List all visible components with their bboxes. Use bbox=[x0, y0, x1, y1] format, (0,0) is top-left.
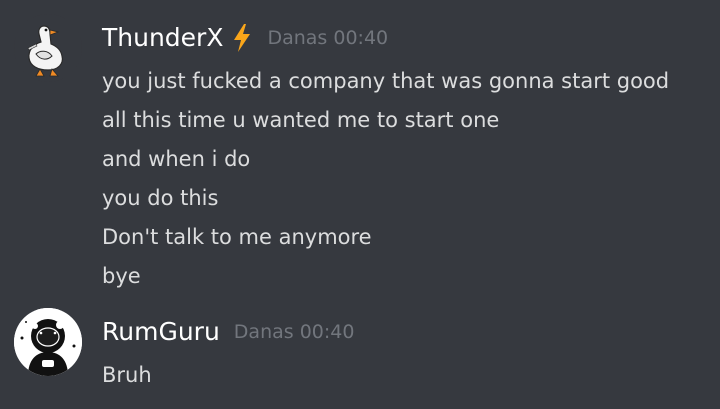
avatar[interactable] bbox=[14, 308, 82, 376]
goose-icon bbox=[27, 25, 63, 77]
astronaut-icon bbox=[14, 308, 82, 376]
avatar[interactable] bbox=[14, 14, 82, 82]
username[interactable]: RumGuru bbox=[102, 317, 220, 346]
message-text: you do this bbox=[102, 186, 219, 210]
message-lines: Bruh bbox=[102, 356, 152, 395]
message-text: and when i do bbox=[102, 147, 251, 171]
message-text: you just fucked a company that was gonna… bbox=[102, 69, 670, 93]
message-header: ThunderX Danas 00:40 bbox=[102, 20, 388, 56]
message-header: RumGuru Danas 00:40 bbox=[102, 314, 354, 350]
timestamp: Danas 00:40 bbox=[267, 27, 389, 49]
chat-messages: ThunderX Danas 00:40 you just fucked a co… bbox=[0, 0, 720, 409]
message-text: Don't talk to me anymore bbox=[102, 225, 372, 249]
timestamp: Danas 00:40 bbox=[233, 321, 355, 343]
lightning-bolt-icon bbox=[231, 23, 253, 53]
message-text: bye bbox=[102, 264, 141, 288]
message-text: Bruh bbox=[102, 363, 152, 387]
username[interactable]: ThunderX bbox=[102, 23, 223, 52]
message-lines: you just fucked a company that was gonna… bbox=[102, 62, 669, 296]
message-text: all this time u wanted me to start one bbox=[102, 108, 500, 132]
